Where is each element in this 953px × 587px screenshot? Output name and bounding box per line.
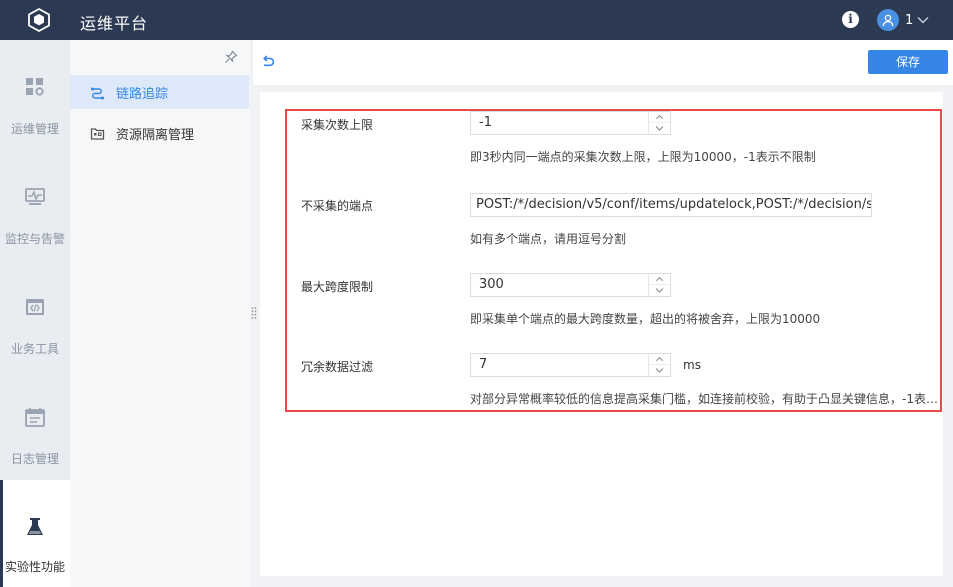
collect-limit-value: -1 (479, 115, 492, 130)
nav-label: 日志管理 (10, 452, 59, 466)
nav-item-business-tools[interactable]: 业务工具 (0, 260, 70, 370)
redundant-filter-input[interactable]: 7 (470, 353, 671, 377)
app-logo-cube-icon (28, 7, 50, 33)
user-icon (882, 14, 894, 27)
max-span-label: 最大跨度限制 (301, 280, 374, 294)
top-header: 运维平台 (0, 0, 953, 40)
stepper-down-icon[interactable] (649, 285, 670, 296)
redundant-filter-description: 对部分异常概率较低的信息提高采集门槛，如连接前校验，有助于凸显关键信息，-1表… (470, 392, 937, 406)
content-toolbar (253, 40, 953, 85)
exclude-endpoints-description: 如有多个端点，请用逗号分割 (470, 232, 627, 246)
collect-limit-description: 即3秒内同一端点的采集次数上限，上限为10000，-1表示不限制 (470, 150, 816, 164)
redundant-filter-unit: ms (683, 358, 701, 372)
nav-label: 业务工具 (10, 342, 59, 356)
nav-label: 实验性功能 (4, 560, 65, 574)
flask-icon (27, 518, 43, 535)
info-icon[interactable]: i (842, 11, 859, 28)
sub-item-label: 链路追踪 (116, 86, 169, 102)
max-span-input[interactable]: 300 (470, 273, 671, 297)
user-menu[interactable]: 1 (877, 9, 929, 31)
nav-item-log-management[interactable]: 日志管理 (0, 370, 70, 480)
nav-item-ops-management[interactable]: 运维管理 (0, 40, 70, 150)
panel-resize-handle[interactable] (251, 306, 257, 320)
sub-item-link-tracing[interactable]: 链路追踪 (70, 75, 249, 109)
redundant-filter-value: 7 (479, 357, 488, 372)
exclude-endpoints-label: 不采集的端点 (301, 199, 374, 213)
stepper-down-icon[interactable] (649, 123, 670, 134)
monitor-icon (25, 188, 45, 205)
max-span-stepper (648, 274, 670, 296)
stepper-down-icon[interactable] (649, 365, 670, 376)
link-trace-icon (91, 87, 104, 99)
save-button[interactable]: 保存 (868, 50, 948, 74)
back-icon[interactable] (261, 55, 275, 69)
calendar-log-icon (25, 408, 45, 427)
collect-limit-stepper (648, 112, 670, 134)
exclude-endpoints-input[interactable]: POST:/*/decision/v5/conf/items/updateloc… (470, 193, 872, 217)
pin-icon[interactable] (224, 50, 238, 64)
username: 1 (905, 12, 914, 28)
max-span-description: 即采集单个端点的最大跨度数量，超出的将被舍弃，上限为10000 (470, 312, 821, 326)
chevron-down-icon (917, 17, 929, 24)
resource-isolation-icon (90, 127, 105, 140)
redundant-filter-stepper (648, 354, 670, 376)
code-icon (26, 299, 44, 315)
nav-item-monitoring-alerts[interactable]: 监控与告警 (0, 150, 70, 260)
stepper-up-icon[interactable] (649, 354, 670, 365)
collect-limit-input[interactable]: -1 (470, 111, 671, 135)
nav-label: 监控与告警 (4, 232, 65, 246)
nav-label: 运维管理 (10, 122, 59, 136)
stepper-up-icon[interactable] (649, 274, 670, 285)
sub-item-label: 资源隔离管理 (116, 127, 195, 143)
max-span-value: 300 (479, 277, 504, 292)
exclude-endpoints-value: POST:/*/decision/v5/conf/items/updateloc… (476, 197, 872, 212)
collect-limit-label: 采集次数上限 (301, 118, 374, 132)
stepper-up-icon[interactable] (649, 112, 670, 123)
avatar (877, 9, 899, 31)
dashboard-icon (26, 78, 44, 96)
app-title: 运维平台 (80, 14, 149, 33)
redundant-filter-label: 冗余数据过滤 (301, 360, 374, 374)
sub-item-resource-isolation[interactable]: 资源隔离管理 (70, 116, 249, 150)
nav-item-experimental[interactable]: 实验性功能 (0, 480, 70, 587)
